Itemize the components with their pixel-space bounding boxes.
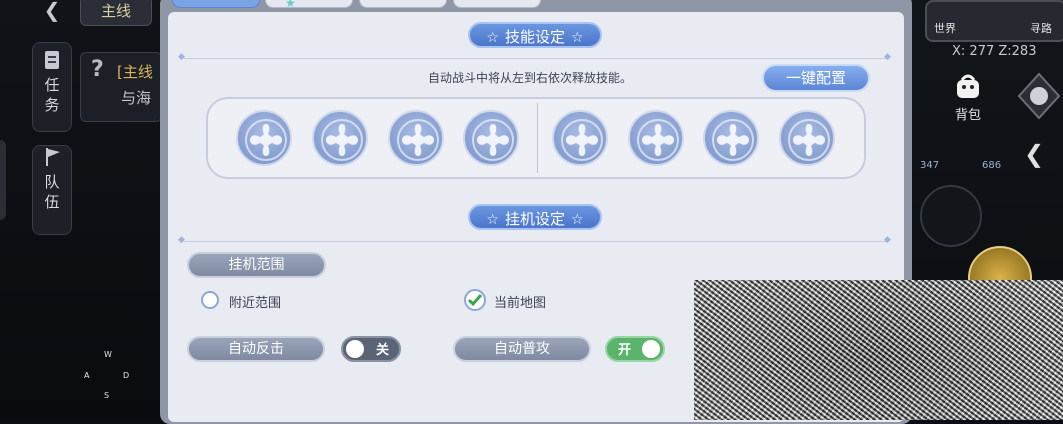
quest-title: [主线 (117, 63, 153, 81)
left-edge-handle[interactable] (0, 140, 6, 220)
divider (184, 241, 888, 242)
key-a: A (84, 371, 90, 380)
tab-4[interactable] (453, 0, 541, 8)
star-icon: ☆ (571, 30, 584, 46)
quest-tracker[interactable]: ? [主线 与海 (80, 52, 162, 122)
skill-slot[interactable] (552, 110, 608, 166)
plus-icon (472, 119, 514, 161)
plus-icon (397, 119, 439, 161)
main-quest-tab[interactable]: 主线 (80, 0, 152, 26)
toggle-knob (642, 340, 660, 358)
bag-button[interactable]: 背包 (948, 72, 988, 123)
skill-slot[interactable] (463, 110, 519, 166)
check-current-map[interactable] (464, 289, 486, 311)
key-w: W (104, 350, 112, 359)
auto-attack-label: 自动普攻 (453, 336, 591, 362)
radio-nearby[interactable] (201, 291, 219, 309)
divider (184, 58, 888, 59)
option-current-map-label: 当前地图 (494, 296, 547, 311)
coordinate-readout: X: 277 Z:283 (952, 44, 1037, 59)
plus-icon (637, 119, 679, 161)
plus-icon (245, 119, 287, 161)
toggle-knob (346, 340, 364, 358)
task-label-1: 任 (44, 76, 60, 94)
key-d: D (123, 371, 130, 380)
skill-slot[interactable] (388, 110, 444, 166)
auto-attack-toggle[interactable]: 开 (605, 336, 665, 362)
flag-icon (46, 148, 60, 166)
pathfind-label[interactable]: 寻路 (1030, 20, 1052, 36)
star-icon: ☆ (571, 212, 584, 228)
diamond-icon: ◆ (178, 235, 185, 245)
bag-icon (957, 74, 979, 98)
back-arrow-icon[interactable]: ❮ (38, 0, 66, 22)
plus-icon (321, 119, 363, 161)
afk-section-title: ☆ 挂机设定 ☆ (468, 204, 602, 230)
task-icon (45, 51, 59, 69)
action-button[interactable] (920, 185, 982, 247)
star-icon: ☆ (486, 30, 499, 46)
diamond-icon: ◆ (884, 235, 891, 245)
skill-slot[interactable] (703, 110, 759, 166)
check-icon (467, 294, 483, 307)
skill-section-title: ☆ 技能设定 ☆ (468, 22, 602, 48)
plus-icon (712, 119, 754, 161)
toggle-off-label: 关 (376, 343, 390, 358)
task-button[interactable]: 任 务 (32, 42, 72, 132)
auto-counter-label: 自动反击 (187, 336, 325, 362)
diamond-icon: ◆ (178, 52, 185, 62)
skill-slot[interactable] (628, 110, 684, 166)
skill-slot[interactable] (312, 110, 368, 166)
skill-slot[interactable] (779, 110, 835, 166)
tab-2[interactable] (265, 0, 353, 8)
toggle-on-label: 开 (618, 343, 632, 358)
team-button[interactable]: 队 伍 (32, 145, 72, 235)
chevron-left-icon[interactable]: ❮ (1024, 140, 1044, 168)
plus-icon (561, 119, 603, 161)
quest-desc: 与海 (121, 89, 152, 107)
team-label-2: 伍 (44, 193, 60, 211)
question-icon: ? (91, 57, 104, 82)
bag-label: 背包 (954, 108, 981, 123)
count-a: 347 (920, 160, 940, 171)
team-label-1: 队 (44, 173, 60, 191)
star-icon: ★ (285, 0, 296, 10)
afk-range-label: 挂机范围 (187, 252, 326, 278)
afk-section-label: 挂机设定 (504, 210, 565, 228)
count-b: 686 (982, 160, 1002, 171)
skill-hint-text: 自动战斗中将从左到右依次释放技能。 (428, 71, 633, 85)
option-nearby-label: 附近范围 (229, 296, 282, 311)
diamond-icon: ◆ (884, 52, 891, 62)
skill-slot-separator (537, 103, 538, 173)
tab-skill[interactable] (172, 0, 260, 8)
world-label[interactable]: 世界 (934, 20, 956, 36)
auto-counter-toggle[interactable]: 关 (341, 336, 401, 362)
skill-slot-panel (206, 97, 866, 179)
one-key-config-button[interactable]: 一键配置 (762, 64, 870, 92)
noise-overlay (694, 280, 1063, 420)
skill-slot[interactable] (236, 110, 292, 166)
skill-section-label: 技能设定 (504, 28, 565, 46)
star-icon: ☆ (486, 212, 499, 228)
dpad-icon[interactable] (1014, 72, 1063, 132)
key-s: S (104, 391, 110, 400)
plus-icon (788, 119, 830, 161)
tab-3[interactable] (359, 0, 447, 8)
task-label-2: 务 (44, 96, 60, 114)
